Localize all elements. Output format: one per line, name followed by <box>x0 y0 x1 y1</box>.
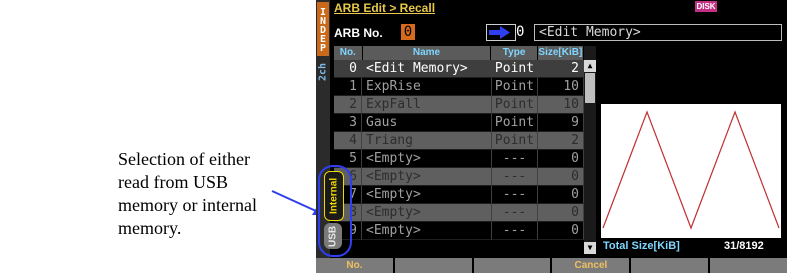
table-row[interactable]: 9 <Empty> --- 0 <box>334 222 584 240</box>
triangle-waveform-icon <box>602 110 780 230</box>
scroll-thumb[interactable] <box>585 73 595 103</box>
row-no: 0 <box>334 60 362 78</box>
softkey-5[interactable] <box>631 258 709 273</box>
row-type: --- <box>492 150 538 168</box>
row-type: Point <box>492 114 538 132</box>
row-name: ExpFall <box>362 96 492 114</box>
table-row[interactable]: 8 <Empty> --- 0 <box>334 204 584 222</box>
waveform-preview <box>601 104 781 238</box>
tab-internal-memory[interactable]: Internal <box>324 171 344 221</box>
total-size-label: Total Size[KiB] <box>603 240 680 252</box>
softkey-6[interactable] <box>710 258 787 273</box>
row-no: 4 <box>334 132 362 150</box>
table-header: No. Name Type Size[KiB] <box>334 46 584 60</box>
scroll-down-icon[interactable]: ▼ <box>584 242 596 254</box>
row-type: --- <box>492 222 538 240</box>
row-name: Triang <box>362 132 492 150</box>
row-type: --- <box>492 168 538 186</box>
tab-usb-memory[interactable]: USB <box>324 223 342 249</box>
row-size: 0 <box>538 186 584 204</box>
row-no: 3 <box>334 114 362 132</box>
softkey-no[interactable]: No. <box>316 258 393 273</box>
row-type: Point <box>492 78 538 96</box>
page-title: ARB Edit > Recall <box>334 1 436 15</box>
row-size: 0 <box>538 168 584 186</box>
softkey-2[interactable] <box>394 258 472 273</box>
channel-label: 2ch <box>317 62 329 82</box>
row-size: 2 <box>538 132 584 150</box>
table-row[interactable]: 7 <Empty> --- 0 <box>334 186 584 204</box>
softkey-bar: No. Cancel <box>316 258 787 273</box>
table-row[interactable]: 1 ExpRise Point 10 <box>334 78 584 96</box>
column-header-type: Type <box>491 46 538 60</box>
media-selector: Internal USB <box>318 165 352 257</box>
row-type: Point <box>492 132 538 150</box>
row-size: 0 <box>538 150 584 168</box>
row-type: --- <box>492 186 538 204</box>
annotation-caption: Selection of either read from USB memory… <box>118 149 257 238</box>
softkey-cancel[interactable]: Cancel <box>552 258 630 273</box>
row-name: <Empty> <box>362 204 492 222</box>
right-arrow-icon <box>486 24 516 41</box>
disk-badge: DISK <box>695 1 717 12</box>
row-name: <Empty> <box>362 168 492 186</box>
scroll-up-icon[interactable]: ▲ <box>584 60 596 72</box>
destination-name: <Edit Memory> <box>534 24 782 41</box>
total-size-value: 31/8192 <box>724 240 764 252</box>
memory-table: No. Name Type Size[KiB] 0 <Edit Memory> … <box>334 46 584 240</box>
row-size: 2 <box>538 60 584 78</box>
row-size: 10 <box>538 78 584 96</box>
table-row[interactable]: 5 <Empty> --- 0 <box>334 150 584 168</box>
arb-number-field[interactable]: 0 <box>401 24 415 40</box>
row-type: --- <box>492 204 538 222</box>
row-no: 1 <box>334 78 362 96</box>
row-size: 0 <box>538 204 584 222</box>
column-header-no: No. <box>334 46 363 60</box>
table-row[interactable]: 4 Triang Point 2 <box>334 132 584 150</box>
column-header-size: Size[KiB] <box>537 46 584 60</box>
table-row[interactable]: 2 ExpFall Point 10 <box>334 96 584 114</box>
table-row[interactable]: 3 Gaus Point 9 <box>334 114 584 132</box>
column-header-name: Name <box>362 46 492 60</box>
destination-number: 0 <box>516 24 525 40</box>
row-name: <Empty> <box>362 222 492 240</box>
arb-number-label: ARB No. <box>334 26 383 40</box>
row-type: Point <box>492 60 538 78</box>
row-no: 2 <box>334 96 362 114</box>
row-name: ExpRise <box>362 78 492 96</box>
table-row[interactable]: 0 <Edit Memory> Point 2 <box>334 60 584 78</box>
row-size: 10 <box>538 96 584 114</box>
row-name: Gaus <box>362 114 492 132</box>
row-name: <Empty> <box>362 150 492 168</box>
row-type: Point <box>492 96 538 114</box>
channel-mode-badge: INDEP <box>317 2 329 56</box>
table-row[interactable]: 6 <Empty> --- 0 <box>334 168 584 186</box>
row-size: 9 <box>538 114 584 132</box>
row-name: <Empty> <box>362 186 492 204</box>
softkey-3[interactable] <box>473 258 551 273</box>
row-size: 0 <box>538 222 584 240</box>
instrument-screen: INDEP 2ch ARB Edit > Recall DISK ARB No.… <box>316 0 787 273</box>
row-name: <Edit Memory> <box>362 60 492 78</box>
table-scrollbar[interactable]: ▲ ▼ <box>584 46 596 254</box>
